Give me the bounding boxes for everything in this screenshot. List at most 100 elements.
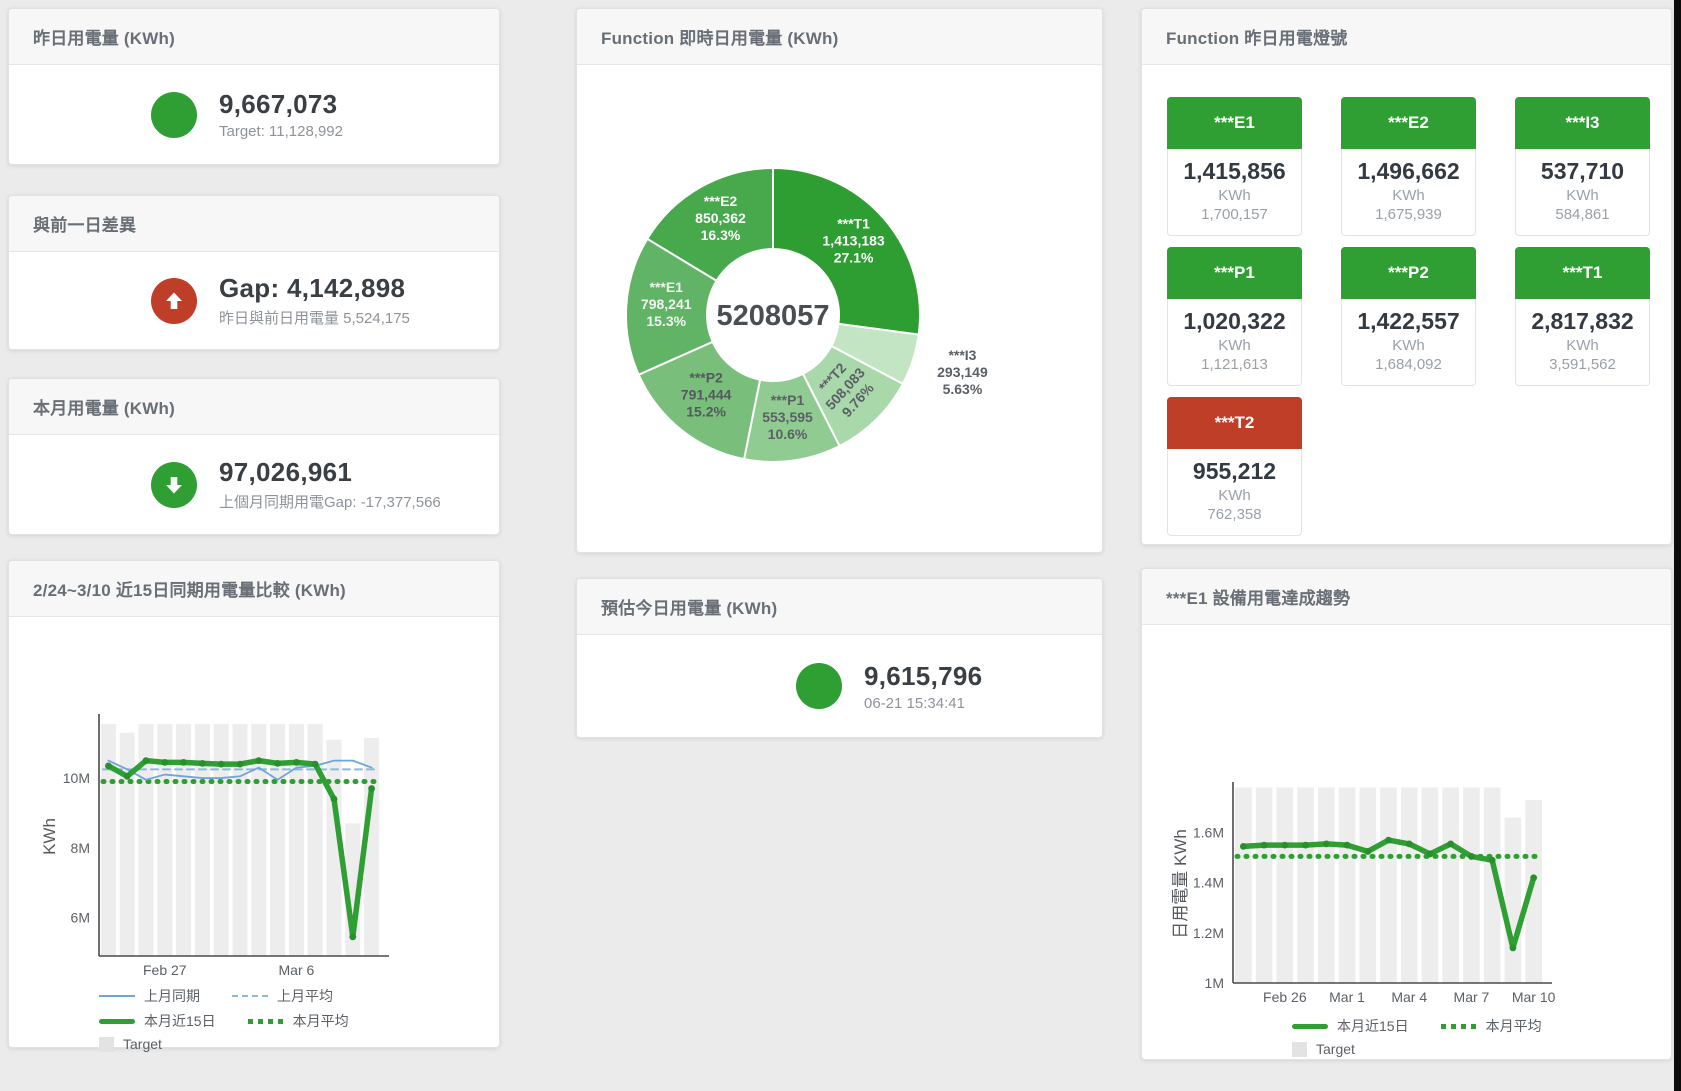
target-bar bbox=[1235, 788, 1252, 983]
tile-value: 1,422,557 bbox=[1344, 308, 1473, 335]
e1-trend-chart-legend: 本月近15日 本月平均 Target bbox=[1142, 1016, 1671, 1057]
legend-row: Target bbox=[99, 1036, 499, 1052]
series-point bbox=[1447, 840, 1454, 847]
y-tick-label: 1.2M bbox=[1193, 925, 1224, 941]
y-tick-label: 6M bbox=[71, 910, 90, 926]
x-tick-label: Mar 7 bbox=[1454, 989, 1490, 1005]
legend-row: 本月近15日 本月平均 bbox=[1292, 1016, 1671, 1036]
legend-item-本月平均[interactable]: 本月平均 bbox=[1441, 1016, 1542, 1036]
tile-target: 1,700,157 bbox=[1170, 206, 1299, 223]
month-usage-value: 97,026,961 bbox=[219, 457, 441, 488]
tile-body: 955,212KWh762,358 bbox=[1167, 449, 1302, 536]
tile-label: ***P2 bbox=[1341, 247, 1476, 299]
legend-row: Target bbox=[1292, 1041, 1671, 1057]
realtime-usage-donut-chart: ***T11,413,18327.1%***I3293,1495.63%***T… bbox=[577, 65, 1102, 556]
target-bar bbox=[232, 724, 247, 956]
tile-unit: KWh bbox=[1344, 187, 1473, 204]
month-usage-gap: 上個月同期用電Gap: -17,377,566 bbox=[219, 491, 441, 512]
tile-label: ***T1 bbox=[1515, 247, 1650, 299]
x-tick-label: Mar 6 bbox=[279, 962, 315, 977]
stat-body: 9,615,796 06-21 15:34:41 bbox=[577, 635, 1102, 737]
legend-item-Target[interactable]: Target bbox=[1292, 1041, 1355, 1057]
donut-center-total: 5208057 bbox=[717, 300, 830, 332]
series-point bbox=[1344, 842, 1351, 849]
tile-value: 955,212 bbox=[1170, 458, 1299, 485]
line-swatch-icon bbox=[99, 995, 135, 997]
target-swatch-icon bbox=[1292, 1042, 1307, 1057]
yesterday-usage-target: Target: 11,128,992 bbox=[219, 123, 343, 140]
y-axis-title: 日用電量 KWh bbox=[1171, 829, 1190, 939]
function-tile-E1: ***E11,415,856KWh1,700,157 bbox=[1167, 97, 1302, 236]
tile-label: ***P1 bbox=[1167, 247, 1302, 299]
function-tile-P2: ***P2 1,422,557 KWh 1,684,092 bbox=[1341, 247, 1476, 386]
arrow-up-icon bbox=[151, 278, 197, 324]
legend-item-本月近15日[interactable]: 本月近15日 bbox=[99, 1011, 216, 1031]
panel-title-text: 本月用電量 (KWh) bbox=[33, 394, 175, 419]
legend-item-上月同期[interactable]: 上月同期 bbox=[99, 986, 200, 1006]
target-bar bbox=[176, 724, 191, 956]
series-point bbox=[368, 785, 375, 792]
tile-body: 1,422,557 KWh 1,684,092 bbox=[1341, 299, 1476, 386]
legend-item-Target[interactable]: Target bbox=[99, 1036, 162, 1052]
legend-label: 上月平均 bbox=[277, 986, 333, 1006]
panel-title-text: Function 即時日用電量 (KWh) bbox=[601, 24, 838, 49]
legend-row: 本月近15日 本月平均 bbox=[99, 1011, 499, 1031]
panel-title: ***E1 設備用電達成趨勢 bbox=[1142, 569, 1671, 625]
series-point bbox=[180, 759, 187, 766]
series-point bbox=[1302, 842, 1309, 849]
tile-body: 1,020,322KWh1,121,613 bbox=[1167, 299, 1302, 386]
panel-title: Function 即時日用電量 (KWh) bbox=[577, 9, 1102, 65]
target-bar bbox=[1277, 788, 1294, 983]
target-bar bbox=[1505, 818, 1522, 983]
tile-value: 1,415,856 bbox=[1170, 158, 1299, 185]
series-point bbox=[1364, 848, 1371, 855]
target-bar bbox=[289, 724, 304, 956]
tile-unit: KWh bbox=[1344, 337, 1473, 354]
day-gap-value: Gap: 4,142,898 bbox=[219, 273, 410, 304]
target-bar bbox=[1463, 788, 1480, 983]
legend-label: Target bbox=[123, 1036, 162, 1052]
e1-trend-line-chart: 1M1.2M1.4M1.6MFeb 26Mar 1Mar 4Mar 7Mar 1… bbox=[1142, 625, 1671, 1012]
series-point bbox=[143, 757, 150, 764]
series-point bbox=[312, 761, 319, 768]
panel-title-text: ***E1 設備用電達成趨勢 bbox=[1166, 584, 1350, 609]
tile-body: 1,415,856KWh1,700,157 bbox=[1167, 149, 1302, 236]
legend-label: Target bbox=[1316, 1041, 1355, 1057]
x-tick-label: Mar 1 bbox=[1329, 989, 1365, 1005]
legend-item-本月近15日[interactable]: 本月近15日 bbox=[1292, 1016, 1409, 1036]
legend-label: 本月近15日 bbox=[1337, 1016, 1409, 1036]
target-bar bbox=[1256, 788, 1273, 983]
legend-item-本月平均[interactable]: 本月平均 bbox=[248, 1011, 349, 1031]
tile-target: 1,684,092 bbox=[1344, 356, 1473, 373]
y-tick-label: 1.4M bbox=[1193, 875, 1224, 891]
function-tiles-grid: ***E11,415,856KWh1,700,157***E21,496,662… bbox=[1142, 65, 1671, 536]
series-point bbox=[124, 773, 131, 780]
series-point bbox=[1468, 853, 1475, 860]
today-estimate-value: 9,615,796 bbox=[864, 661, 982, 692]
panel-title-text: 與前一日差異 bbox=[33, 211, 136, 236]
legend-item-上月平均[interactable]: 上月平均 bbox=[232, 986, 333, 1006]
target-bar bbox=[214, 724, 229, 956]
x-tick-label: Feb 26 bbox=[1263, 989, 1307, 1005]
panel-title-text: 2/24~3/10 近15日同期用電量比較 (KWh) bbox=[33, 576, 346, 601]
tile-unit: KWh bbox=[1170, 487, 1299, 504]
series-point bbox=[1240, 843, 1247, 850]
function-tile-E2: ***E21,496,662KWh1,675,939 bbox=[1341, 97, 1476, 236]
target-bar bbox=[1401, 788, 1418, 983]
tile-target: 1,675,939 bbox=[1344, 206, 1473, 223]
stat-body: 97,026,961 上個月同期用電Gap: -17,377,566 bbox=[9, 435, 499, 534]
series-point bbox=[255, 757, 262, 764]
panel-e1-trend: ***E1 設備用電達成趨勢 1M1.2M1.4M1.6MFeb 26Mar 1… bbox=[1141, 568, 1672, 1060]
x-tick-label: Feb 27 bbox=[143, 962, 187, 977]
comparison-line-chart: 6M8M10MFeb 27Mar 6KWh bbox=[9, 617, 499, 982]
panel-title: 預估今日用電量 (KWh) bbox=[577, 579, 1102, 635]
legend-row: 上月同期 上月平均 bbox=[99, 986, 499, 1006]
legend-label: 本月平均 bbox=[293, 1011, 349, 1031]
status-circle-icon bbox=[796, 663, 842, 709]
line-swatch-icon bbox=[1441, 1024, 1477, 1029]
y-tick-label: 10M bbox=[63, 770, 90, 786]
y-axis-title: KWh bbox=[40, 818, 59, 855]
panel-title: 本月用電量 (KWh) bbox=[9, 379, 499, 435]
today-estimate-timestamp: 06-21 15:34:41 bbox=[864, 695, 982, 712]
tile-label: ***E1 bbox=[1167, 97, 1302, 149]
